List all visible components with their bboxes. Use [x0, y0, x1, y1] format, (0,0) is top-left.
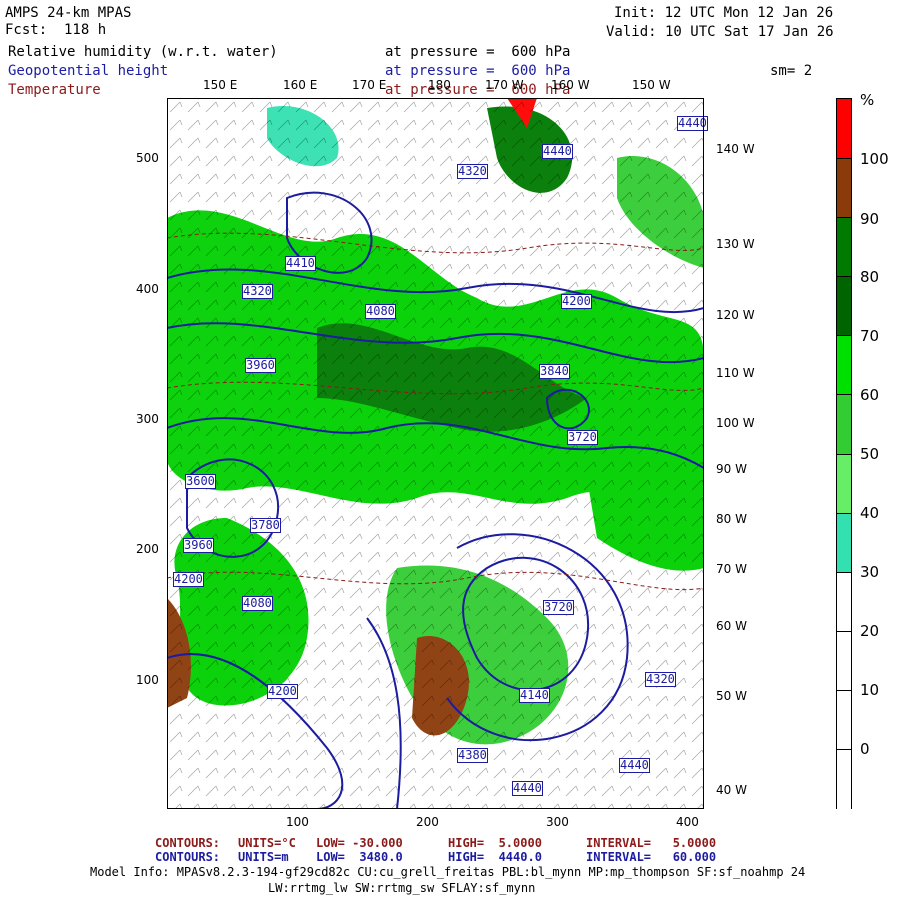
y-tick-label: 300: [136, 412, 159, 426]
colorbar-segment: [837, 630, 851, 691]
top-lon-label: 170 W: [485, 78, 524, 92]
y-tick-label: 100: [136, 673, 159, 687]
temp-contours-low: LOW= -30.000: [316, 836, 403, 850]
right-lon-label: 40 W: [716, 783, 747, 797]
right-lon-label: 70 W: [716, 562, 747, 576]
humidity-colorbar: [836, 98, 852, 809]
height-contours-interval: INTERVAL= 60.000: [586, 850, 717, 864]
right-lon-label: 130 W: [716, 237, 755, 251]
colorbar-segment: [837, 99, 851, 159]
colorbar-level: 80: [860, 268, 880, 286]
colorbar-segment: [837, 512, 851, 573]
colorbar-segment: [837, 748, 851, 809]
colorbar-segment: [837, 276, 851, 337]
right-lon-label: 60 W: [716, 619, 747, 633]
colorbar-level: 60: [860, 386, 880, 404]
height-contours-label: CONTOURS:: [155, 850, 221, 864]
right-lon-label: 120 W: [716, 308, 755, 322]
top-lon-label: 160 W: [551, 78, 590, 92]
temp-contours-label: CONTOURS:: [155, 836, 221, 850]
colorbar-segment: [837, 571, 851, 632]
colorbar-level: 90: [860, 210, 880, 228]
top-lon-label: 160 E: [283, 78, 318, 92]
colorbar-segment: [837, 217, 851, 278]
colorbar-level: 20: [860, 622, 880, 640]
temp-contours-units: UNITS=°C: [238, 836, 296, 850]
right-lon-label: 140 W: [716, 142, 755, 156]
x-tick-label: 300: [546, 815, 569, 829]
top-lon-label: 180: [428, 78, 451, 92]
y-tick-label: 200: [136, 542, 159, 556]
y-tick-label: 500: [136, 151, 159, 165]
x-tick-label: 100: [286, 815, 309, 829]
colorbar-level: 100: [860, 150, 889, 168]
right-lon-label: 110 W: [716, 366, 755, 380]
x-tick-label: 400: [676, 815, 699, 829]
x-tick-label: 200: [416, 815, 439, 829]
field-rh-level: at pressure = 600 hPa: [385, 44, 571, 60]
right-lon-label: 90 W: [716, 462, 747, 476]
colorbar-segment: [837, 158, 851, 219]
height-contours-high: HIGH= 4440.0: [448, 850, 542, 864]
model-title: AMPS 24-km MPAS: [5, 5, 132, 21]
map-frame: [167, 98, 704, 809]
colorbar-level: 40: [860, 504, 880, 522]
colorbar-level: 70: [860, 327, 880, 345]
top-lon-label: 150 W: [632, 78, 671, 92]
field-rh-title: Relative humidity (w.r.t. water): [8, 44, 278, 60]
y-tick-label: 400: [136, 282, 159, 296]
field-height-title: Geopotential height: [8, 63, 169, 79]
colorbar-segment: [837, 689, 851, 750]
temp-contours-interval: INTERVAL= 5.0000: [586, 836, 717, 850]
top-lon-label: 170 E: [352, 78, 387, 92]
colorbar-level: 50: [860, 445, 880, 463]
right-lon-label: 80 W: [716, 512, 747, 526]
height-contours-low: LOW= 3480.0: [316, 850, 403, 864]
forecast-hour: Fcst: 118 h: [5, 22, 107, 38]
model-info-line1: Model Info: MPASv8.2.3-194-gf29cd82c CU:…: [90, 865, 806, 879]
colorbar-unit: %: [860, 91, 875, 109]
colorbar-segment: [837, 394, 851, 455]
colorbar-segment: [837, 453, 851, 514]
init-time: Init: 12 UTC Mon 12 Jan 26: [614, 5, 834, 21]
field-temp-title: Temperature: [8, 82, 101, 98]
top-lon-label: 150 E: [203, 78, 238, 92]
colorbar-level: 30: [860, 563, 880, 581]
field-height-level: at pressure = 600 hPa: [385, 63, 571, 79]
model-info-line2: LW:rrtmg_lw SW:rrtmg_sw SFLAY:sf_mynn: [268, 881, 536, 895]
height-contours-units: UNITS=m: [238, 850, 289, 864]
colorbar-segment: [837, 335, 851, 396]
temp-contours-high: HIGH= 5.0000: [448, 836, 542, 850]
colorbar-level: 10: [860, 681, 880, 699]
valid-time: Valid: 10 UTC Sat 17 Jan 26: [606, 24, 834, 40]
right-lon-label: 100 W: [716, 416, 755, 430]
smoothing-label: sm= 2: [770, 63, 813, 79]
colorbar-level: 0: [860, 740, 870, 758]
right-lon-label: 50 W: [716, 689, 747, 703]
field-temp-level: at pressure = 600 hPa: [385, 82, 571, 98]
